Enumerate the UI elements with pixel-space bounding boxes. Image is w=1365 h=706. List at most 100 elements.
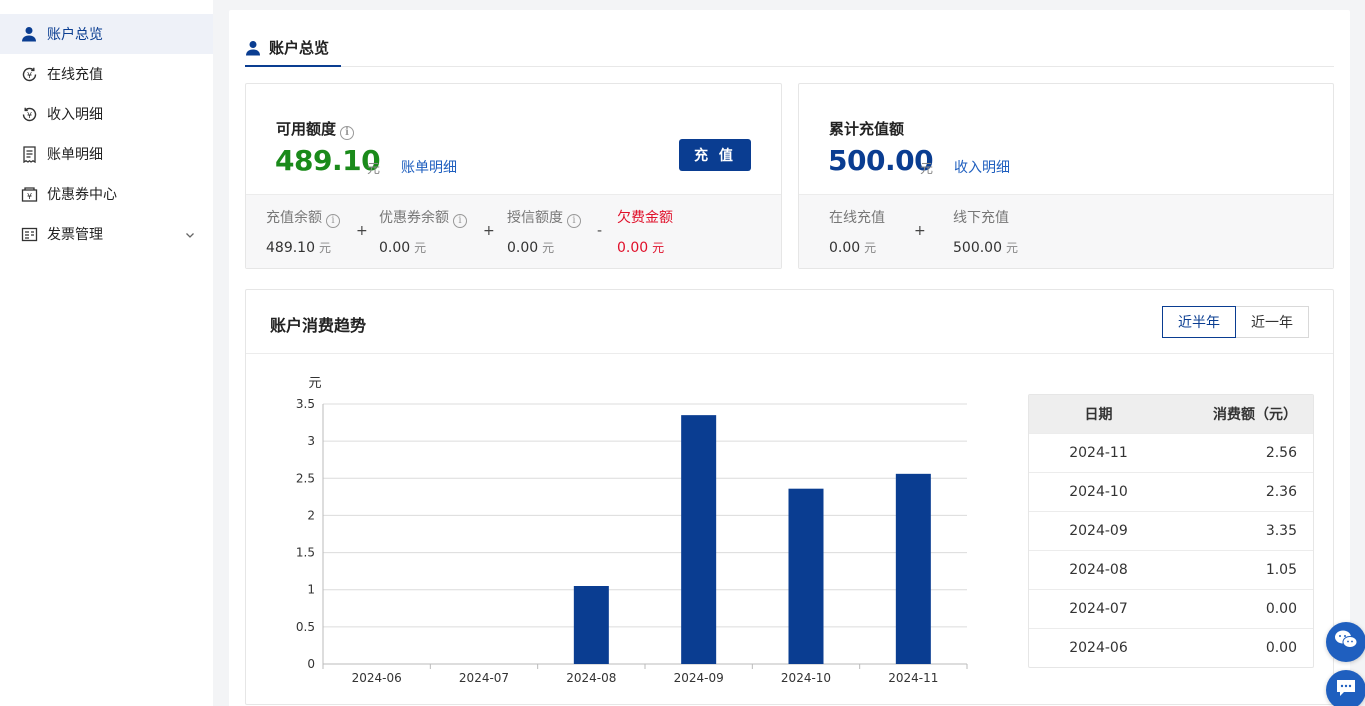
x-tick-label: 2024-10 — [781, 671, 831, 685]
online-recharge-amount: 0.00 — [829, 240, 861, 256]
unit: 元 — [652, 241, 665, 255]
arrears-amount: 0.00 — [617, 240, 649, 256]
coupon-balance-value: 0.00 元 — [379, 239, 426, 256]
available-credit-title-text: 可用额度 — [276, 120, 337, 138]
online-recharge-value: 0.00 元 — [829, 239, 876, 256]
main-panel: 账户总览 可用额度 i 489.10 元 账单明细 充 值 充值余额 i 489.1… — [229, 10, 1350, 706]
info-icon[interactable]: i — [567, 214, 581, 228]
table-row: 2024-08 1.05 — [1029, 550, 1313, 589]
svg-text:¥: ¥ — [26, 111, 31, 120]
y-tick-label: 2 — [307, 508, 315, 522]
table-body: 2024-11 2.56 2024-10 2.36 2024-09 3.35 2024-08… — [1029, 433, 1313, 667]
bar — [681, 415, 717, 664]
consumption-bar-chart: 元 0 0.5 1 1.5 2 2.5 3 3.5 2024-06 2024-07 2024-08 20… — [296, 376, 968, 685]
sidebar-item-label: 收入明细 — [47, 107, 103, 123]
sidebar-item-account-overview[interactable]: 账户总览 — [0, 14, 213, 54]
amount-cell: 1.05 — [1265, 562, 1297, 578]
credit-limit-amount: 0.00 — [507, 240, 539, 256]
y-axis-unit-label: 元 — [308, 376, 321, 391]
sidebar-item-bill-detail[interactable]: 账单明细 — [0, 134, 213, 174]
sidebar-item-label: 发票管理 — [47, 227, 103, 243]
coupon-balance-label: 优惠券余额 i — [379, 207, 467, 228]
available-credit-card: 可用额度 i 489.10 元 账单明细 充 值 充值余额 i 489.10 元 + … — [245, 83, 782, 269]
wechat-icon — [1334, 629, 1358, 655]
available-credit-unit: 元 — [367, 162, 381, 177]
wechat-float-button[interactable] — [1326, 622, 1365, 662]
date-column-header: 日期 — [1084, 407, 1113, 423]
trend-title: 账户消费趋势 — [270, 316, 367, 335]
recharge-balance-label-text: 充值余额 — [266, 210, 322, 226]
plus-operator: + — [914, 223, 926, 239]
available-credit-value: 489.10 — [275, 144, 381, 177]
y-tick-label: 3 — [307, 434, 315, 448]
table-row: 2024-10 2.36 — [1029, 472, 1313, 511]
bar — [895, 473, 931, 664]
bill-detail-link[interactable]: 账单明细 — [401, 157, 457, 177]
table-header: 日期 消费额（元） — [1029, 395, 1313, 433]
tab-account-overview[interactable]: 账户总览 — [245, 30, 341, 67]
plus-operator: + — [356, 223, 368, 239]
info-icon[interactable]: i — [340, 126, 355, 140]
unit: 元 — [864, 241, 877, 255]
x-tick-label: 2024-08 — [566, 671, 616, 685]
y-tick-label: 1 — [307, 583, 315, 597]
svg-text:¥: ¥ — [26, 192, 31, 201]
recharge-balance-value: 489.10 元 — [266, 239, 331, 256]
unit: 元 — [414, 241, 427, 255]
coupon-balance-amount: 0.00 — [379, 240, 411, 256]
date-cell: 2024-11 — [1069, 445, 1128, 461]
x-tick-label: 2024-06 — [352, 671, 402, 685]
chevron-down-icon[interactable] — [185, 228, 195, 244]
unit: 元 — [319, 241, 332, 255]
bill-icon — [20, 145, 38, 163]
x-tick-label: 2024-07 — [459, 671, 509, 685]
table-row: 2024-09 3.35 — [1029, 511, 1313, 550]
date-cell: 2024-09 — [1069, 523, 1128, 539]
amount-cell: 2.36 — [1265, 484, 1297, 500]
table-row: 2024-06 0.00 — [1029, 628, 1313, 667]
sidebar-item-income-detail[interactable]: ¥ 收入明细 — [0, 94, 213, 134]
sidebar-item-online-recharge[interactable]: ¥ 在线充值 — [0, 54, 213, 94]
date-cell: 2024-07 — [1069, 601, 1128, 617]
amount-cell: 3.35 — [1265, 523, 1297, 539]
y-tick-label: 3.5 — [296, 397, 315, 411]
x-tick-label: 2024-09 — [674, 671, 724, 685]
unit: 元 — [1006, 241, 1019, 255]
offline-recharge-amount: 500.00 — [953, 240, 1002, 256]
sidebar-item-label: 优惠券中心 — [47, 187, 117, 203]
sidebar-item-label: 在线充值 — [47, 67, 103, 83]
bar — [573, 586, 609, 664]
sidebar-item-coupon-center[interactable]: ¥ 优惠券中心 — [0, 174, 213, 214]
table-row: 2024-11 2.56 — [1029, 433, 1313, 472]
credit-limit-value: 0.00 元 — [507, 239, 554, 256]
online-recharge-label: 在线充值 — [829, 210, 885, 226]
y-tick-label: 0.5 — [296, 620, 315, 634]
date-cell: 2024-10 — [1069, 484, 1128, 500]
info-icon[interactable]: i — [453, 214, 467, 228]
coupon-icon: ¥ — [20, 185, 38, 203]
y-tick-label: 1.5 — [296, 546, 315, 560]
y-tick-label: 0 — [307, 657, 315, 671]
range-half-year-button[interactable]: 近半年 — [1162, 306, 1236, 338]
date-cell: 2024-08 — [1069, 562, 1128, 578]
range-one-year-button[interactable]: 近一年 — [1235, 306, 1309, 338]
amount-cell: 2.56 — [1265, 445, 1297, 461]
info-icon[interactable]: i — [326, 214, 340, 228]
income-detail-link[interactable]: 收入明细 — [954, 157, 1010, 177]
svg-text:¥: ¥ — [26, 71, 31, 80]
sidebar-item-invoice-management[interactable]: 发票管理 — [0, 214, 213, 254]
total-recharge-title: 累计充值额 — [829, 120, 905, 138]
credit-limit-label: 授信额度 i — [507, 207, 581, 228]
recharge-balance-amount: 489.10 — [266, 240, 315, 256]
date-cell: 2024-06 — [1069, 640, 1128, 656]
amount-cell: 0.00 — [1265, 640, 1297, 656]
chat-float-button[interactable] — [1326, 670, 1365, 706]
recharge-button[interactable]: 充 值 — [679, 139, 751, 171]
bar — [788, 488, 824, 664]
available-credit-title: 可用额度 i — [276, 118, 355, 140]
total-recharge-card: 累计充值额 500.00 元 收入明细 在线充值 0.00 元 + 线下充值 50… — [798, 83, 1334, 269]
sidebar-item-label: 账户总览 — [47, 27, 103, 43]
arrears-label: 欠费金额 — [617, 210, 673, 226]
sidebar: 账户总览 ¥ 在线充值 ¥ 收入明细 账单明细 ¥ 优惠券中心 发票管理 — [0, 0, 213, 706]
offline-recharge-value: 500.00 元 — [953, 239, 1018, 256]
